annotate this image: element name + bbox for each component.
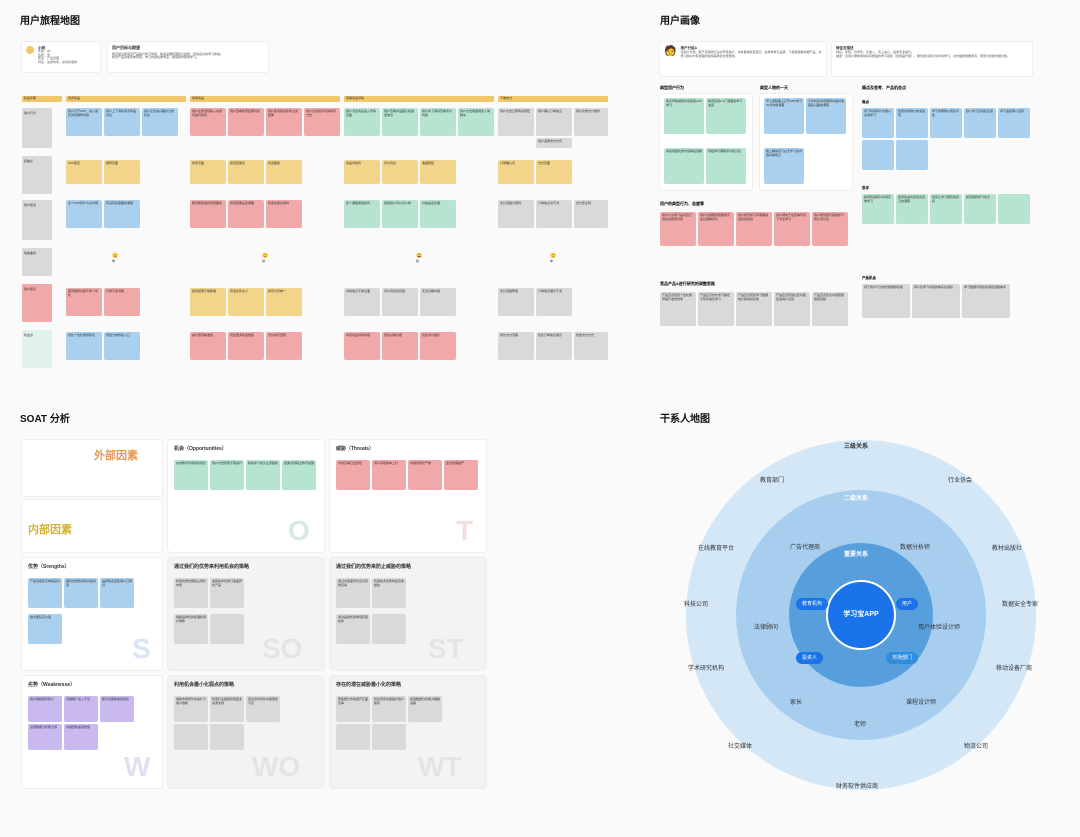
row-painpoints: 用户痛点 (22, 284, 52, 322)
stage-3: 查看商品详情 (344, 96, 494, 102)
journey-persona: 小明 年龄：28 性别：男 职业：产品经理 特征：追求效率，喜欢新事物 (22, 42, 100, 72)
soat-title: SOAT 分析 (20, 414, 70, 426)
row-emotion: 情绪曲线 (22, 248, 52, 276)
stage-header: 阶段步骤 (22, 96, 62, 102)
row-behavior: 用户行为 (22, 108, 52, 148)
stage-4: 下单支付 (498, 96, 608, 102)
persona-title: 用户画像 (660, 16, 700, 28)
journey-title: 用户旅程地图 (20, 16, 80, 28)
stage-1: 浏览商品 (66, 96, 186, 102)
persona-card-a: 🧑 用户分组A 该用户分组：属于互联网行业的年轻用户，对新事物接受度高，追求效率… (660, 42, 826, 76)
persona-card-b: 特征及描述 特征：年轻、高学历、高收入、有上进心、追求专业提升。 描述：该用户群… (832, 42, 1032, 76)
row-thoughts: 用户想法 (22, 200, 52, 240)
chip-market[interactable]: 市场部门 (886, 652, 918, 664)
row-opportunity: 机会点 (22, 330, 52, 368)
canvas: 用户旅程地图 小明 年龄：28 性别：男 职业：产品经理 特征：追求效率，喜欢新… (0, 0, 1080, 837)
journey-goal: 用户目标与期望 希望通过使用该产品提升学习效率，快速掌握所需知识技能，获得良好的… (108, 42, 268, 72)
stage-2: 搜索商品 (190, 96, 340, 102)
soat-ext (22, 440, 162, 496)
chip-investor[interactable]: 投资人 (796, 652, 823, 664)
center-circle: 学习宝APP (826, 580, 896, 650)
stakeholder-title: 干系人地图 (660, 414, 710, 426)
chip-user[interactable]: 用户 (896, 598, 918, 610)
chip-edu[interactable]: 教育机构 (796, 598, 828, 610)
row-touchpoints: 接触点 (22, 156, 52, 194)
